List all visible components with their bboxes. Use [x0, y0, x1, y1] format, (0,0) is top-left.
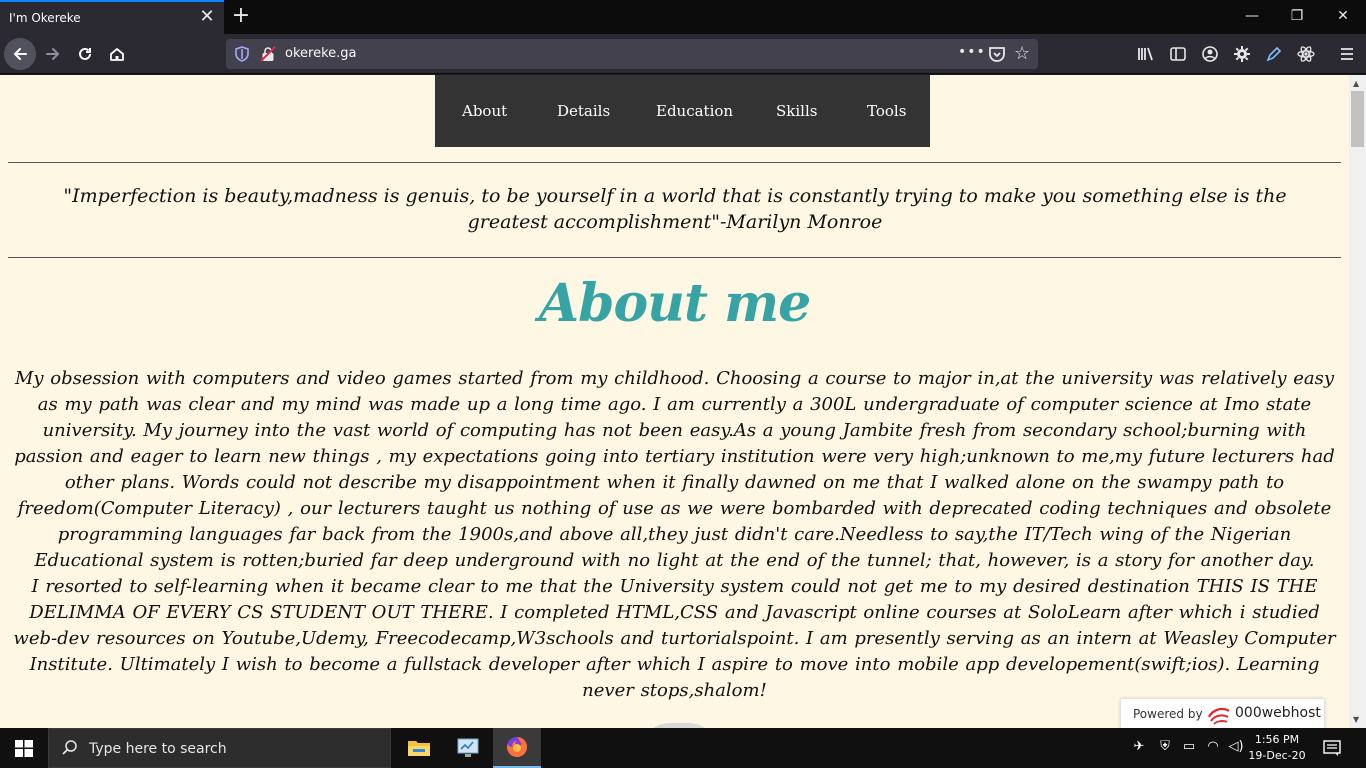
divider-bottom [8, 257, 1341, 258]
minimize-button[interactable]: — [1240, 6, 1264, 26]
reload-button[interactable] [69, 38, 101, 70]
site-navigation: About Details Education Skills Tools [435, 75, 930, 147]
home-icon [110, 48, 124, 61]
reload-icon [79, 47, 91, 60]
window-close-button[interactable]: ✕ [1331, 6, 1355, 26]
back-arrow-icon [13, 48, 27, 60]
nav-link-tools[interactable]: Tools [867, 102, 906, 120]
taskbar-clock[interactable]: 1:56 PM 19-Dec-20 [1246, 732, 1308, 764]
bookmark-star-icon[interactable]: ☆ [1014, 43, 1030, 64]
account-icon[interactable] [1201, 45, 1219, 63]
wifi-icon[interactable]: ◠ [1204, 739, 1222, 757]
search-icon [62, 740, 77, 755]
firefox-logo-icon [507, 736, 528, 757]
tab-close-icon[interactable]: ✕ [198, 7, 216, 27]
firefox-icon[interactable] [493, 728, 541, 768]
tab-strip: I'm Okereke ✕ + — ❐ ✕ [0, 0, 1366, 34]
powered-by-brand: 000webhost [1235, 705, 1321, 721]
search-placeholder: Type here to search [89, 741, 227, 757]
pen-icon[interactable] [1265, 45, 1283, 63]
windows-start-icon[interactable] [15, 740, 33, 757]
tab-title: I'm Okereke [9, 11, 81, 25]
file-explorer-icon[interactable] [395, 728, 443, 768]
clock-time: 1:56 PM [1254, 733, 1300, 746]
about-paragraph-2: I resorted to self-learning when it beca… [13, 576, 1336, 701]
taskbar-search-box[interactable]: Type here to search [48, 728, 391, 768]
nav-link-details[interactable]: Details [557, 102, 610, 120]
000webhost-logo-icon [1208, 707, 1230, 725]
back-button[interactable] [4, 38, 36, 70]
quote-text: "Imperfection is beauty,madness is genui… [63, 185, 1287, 233]
forward-button[interactable] [37, 38, 69, 70]
clock-date: 19-Dec-20 [1248, 749, 1306, 762]
new-tab-button[interactable]: + [230, 4, 252, 28]
page-actions-icon[interactable]: ••• [958, 44, 986, 60]
restore-button[interactable]: ❐ [1285, 6, 1309, 26]
settings-gear-icon[interactable] [1233, 45, 1251, 63]
monitor-chart-icon [457, 738, 479, 757]
navigation-toolbar: okereke.ga ••• ☆ [0, 34, 1366, 74]
folder-icon [408, 741, 430, 756]
react-devtools-icon[interactable] [1297, 45, 1315, 63]
nav-link-education[interactable]: Education [656, 102, 733, 120]
library-icon[interactable] [1137, 45, 1155, 63]
scroll-up-arrow-icon[interactable]: ▲ [1353, 79, 1359, 88]
divider-top [8, 162, 1341, 163]
volume-icon[interactable]: ◁) [1227, 739, 1245, 757]
pocket-icon[interactable] [988, 45, 1006, 63]
control-panel-icon[interactable] [444, 728, 492, 768]
about-paragraph-1: My obsession with computers and video ga… [14, 368, 1335, 571]
page-viewport: About Details Education Skills Tools "Im… [0, 75, 1349, 728]
notification-center-icon[interactable] [1322, 739, 1342, 757]
scrollbar-thumb[interactable] [1351, 91, 1364, 147]
security-tray-icon[interactable]: ⛨ [1156, 739, 1174, 757]
url-text[interactable]: okereke.ga [285, 46, 357, 61]
insecure-lock-icon[interactable] [260, 46, 276, 62]
windows-taskbar: Type here to search ✈ ⛨ ▭ ◠ ◁) 1:56 PM 1… [0, 728, 1366, 768]
nav-link-about[interactable]: About [462, 102, 507, 120]
page-scrollbar[interactable]: ▲ ▼ [1349, 75, 1366, 728]
about-text: My obsession with computers and video ga… [8, 366, 1341, 704]
nav-link-skills[interactable]: Skills [776, 102, 817, 120]
address-bar[interactable]: okereke.ga ••• ☆ [226, 39, 1038, 69]
home-button[interactable] [101, 38, 133, 70]
browser-tab[interactable]: I'm Okereke ✕ [0, 0, 224, 34]
powered-by-badge[interactable]: Powered by 000webhost [1120, 698, 1325, 728]
tracking-protection-shield-icon[interactable] [234, 46, 250, 62]
powered-by-label: Powered by [1133, 707, 1203, 721]
menu-icon[interactable] [1338, 45, 1356, 63]
about-heading: About me [538, 273, 811, 334]
sidebar-icon[interactable] [1169, 45, 1187, 63]
battery-icon[interactable]: ▭ [1180, 739, 1198, 757]
forward-arrow-icon [46, 48, 60, 60]
scroll-down-arrow-icon[interactable]: ▼ [1353, 715, 1359, 724]
network-drive-tray-icon[interactable]: ✈ [1130, 739, 1148, 757]
